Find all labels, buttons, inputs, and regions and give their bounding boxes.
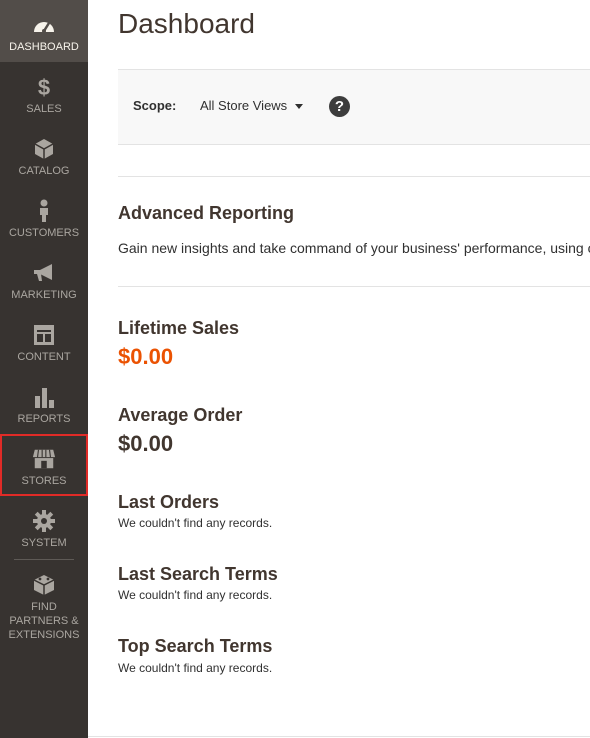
last-search-terms-title: Last Search Terms	[118, 564, 278, 584]
top-search-terms-empty: We couldn't find any records.	[118, 661, 273, 675]
average-order-value: $0.00	[118, 431, 174, 456]
nav-item-stores[interactable]: STORES	[0, 434, 88, 496]
nav-item-marketing[interactable]: MARKETING	[0, 248, 88, 310]
nav-item-find-partners[interactable]: FIND PARTNERS & EXTENSIONS	[0, 560, 88, 641]
nav-item-content[interactable]: CONTENT	[0, 310, 88, 372]
advanced-reporting-text: Gain new insights and take command of yo…	[118, 240, 590, 256]
scope-label: Scope:	[133, 98, 177, 113]
nav-label: MARKETING	[11, 289, 77, 301]
nav-item-system[interactable]: SYSTEM	[0, 496, 88, 558]
nav-item-sales[interactable]: $ SALES	[0, 62, 88, 124]
lifetime-sales-value: $0.00	[118, 344, 174, 369]
last-search-terms-empty: We couldn't find any records.	[118, 588, 273, 602]
divider	[118, 286, 590, 287]
gear-icon	[32, 509, 56, 533]
nav-label: FIND PARTNERS & EXTENSIONS	[8, 601, 80, 641]
scope-bar: Scope: All Store Views ?	[118, 69, 590, 145]
nav-label: CATALOG	[18, 165, 70, 177]
footer-divider	[88, 736, 590, 737]
cube-icon	[32, 137, 56, 161]
megaphone-icon	[32, 261, 56, 285]
person-icon	[32, 199, 56, 223]
scope-value: All Store Views	[200, 98, 288, 113]
dollar-icon: $	[32, 75, 56, 99]
nav-item-catalog[interactable]: CATALOG	[0, 124, 88, 186]
svg-text:$: $	[38, 75, 50, 99]
lifetime-sales-title: Lifetime Sales	[118, 318, 240, 338]
average-order-title: Average Order	[118, 405, 243, 425]
nav-label: DASHBOARD	[9, 41, 79, 53]
nav-label: CUSTOMERS	[8, 227, 80, 239]
last-orders-empty: We couldn't find any records.	[118, 516, 273, 530]
page-title: Dashboard	[118, 8, 255, 39]
nav-label: SALES	[26, 103, 62, 115]
bar-chart-icon	[32, 385, 56, 409]
gauge-icon	[32, 13, 56, 37]
nav-label: CONTENT	[17, 351, 71, 363]
nav-label: REPORTS	[17, 413, 71, 425]
scope-switcher[interactable]: All Store Views	[200, 98, 304, 113]
layout-icon	[32, 323, 56, 347]
last-orders-title: Last Orders	[118, 492, 220, 512]
blocks-icon	[32, 573, 56, 597]
advanced-reporting-title: Advanced Reporting	[118, 203, 295, 223]
nav-item-dashboard[interactable]: DASHBOARD	[0, 0, 88, 62]
admin-sidebar: DASHBOARD $ SALES CATALOG CUSTOMERS MARK…	[0, 0, 88, 738]
top-search-terms-title: Top Search Terms	[118, 636, 273, 656]
nav-item-customers[interactable]: CUSTOMERS	[0, 186, 88, 248]
help-icon[interactable]: ?	[329, 96, 350, 117]
caret-down-icon	[295, 104, 304, 109]
nav-item-reports[interactable]: REPORTS	[0, 372, 88, 434]
nav-label: SYSTEM	[21, 537, 67, 549]
nav-label: STORES	[21, 475, 67, 487]
divider	[118, 176, 590, 177]
storefront-icon	[32, 447, 56, 471]
